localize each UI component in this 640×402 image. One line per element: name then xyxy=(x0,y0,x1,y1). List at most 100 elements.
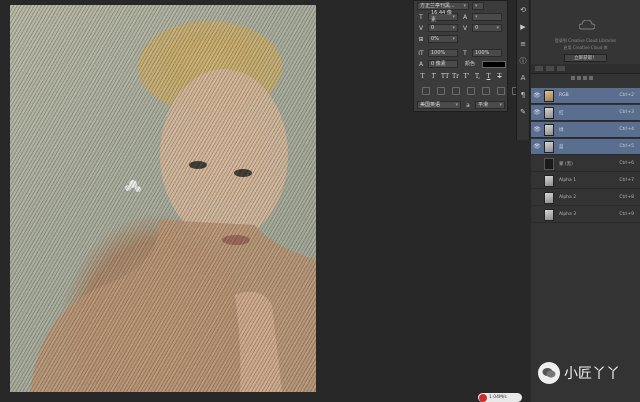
channel-shortcut: Ctrl+6 xyxy=(619,161,634,166)
opentype-ordinal-icon[interactable] xyxy=(497,87,505,95)
faux-italic-button[interactable]: T xyxy=(430,73,437,80)
horizontal-scale-field[interactable]: 100% xyxy=(472,49,502,57)
font-style-dropdown[interactable]: ▾ xyxy=(472,2,484,10)
font-size-icon: T xyxy=(419,13,423,21)
channel-row-mask[interactable]: 蒙 (黑) Ctrl+6 xyxy=(531,156,640,172)
info-icon[interactable]: ⓘ xyxy=(518,56,528,66)
actions-play-icon[interactable]: ▶ xyxy=(518,22,528,32)
wechat-watermark: 小匠丫丫 xyxy=(538,362,620,384)
load-selection-icon[interactable] xyxy=(571,75,575,80)
channel-row-alpha2[interactable]: Alpha 2 Ctrl+8 xyxy=(531,190,640,206)
channel-row-alpha3[interactable]: Alpha 3 Ctrl+9 xyxy=(531,207,640,223)
subscript-button[interactable]: T, xyxy=(474,73,481,80)
channel-thumbnail xyxy=(544,123,554,136)
visibility-eye-icon[interactable]: 👁 xyxy=(533,126,541,133)
leading-field[interactable]: ▾ xyxy=(472,13,502,21)
panel-dock-strip: ⟲ ▶ ≡ ⓘ A ¶ ✎ xyxy=(516,0,530,140)
brush-icon[interactable]: ✎ xyxy=(518,107,528,117)
libraries-panel: 登录到 Creative Cloud Libraries 启用 Creative… xyxy=(531,0,640,64)
get-now-button[interactable]: 立即获取！ xyxy=(564,54,607,62)
channel-thumbnail xyxy=(544,89,554,102)
color-label: 颜色 xyxy=(464,60,475,67)
tab-paths[interactable] xyxy=(557,66,565,71)
channel-shortcut: Ctrl+8 xyxy=(619,195,634,200)
watermark-text: 小匠丫丫 xyxy=(564,366,620,382)
proportional-spacing-icon: ⊞ xyxy=(418,35,424,43)
photoshop-workspace: 方正兰亭刊黑... ▾ ▾ T 16.44 像素 ▾ A ▾ V 0 ▾ V 0… xyxy=(0,0,640,402)
paragraph-icon[interactable]: ¶ xyxy=(518,90,528,100)
kerning-icon: V xyxy=(418,24,424,32)
visibility-eye-icon[interactable]: 👁 xyxy=(533,92,541,99)
channel-row-red[interactable]: 👁 红 Ctrl+3 xyxy=(531,105,640,121)
properties-icon[interactable]: ≡ xyxy=(518,39,528,49)
text-color-swatch[interactable] xyxy=(482,60,506,68)
chevron-down-icon: ▾ xyxy=(455,101,458,108)
channel-thumbnail xyxy=(544,157,554,170)
language-dropdown[interactable]: 美国英语 ▾ xyxy=(417,101,461,109)
antialias-dropdown[interactable]: 平滑 ▾ xyxy=(475,101,505,109)
font-size-field[interactable]: 16.44 像素 ▾ xyxy=(428,10,458,23)
libraries-enable-text: 启用 Creative Cloud 库 xyxy=(563,45,608,50)
channel-shortcut: Ctrl+2 xyxy=(619,93,634,98)
document-canvas[interactable] xyxy=(10,5,316,392)
channel-row-blue[interactable]: 👁 蓝 Ctrl+5 xyxy=(531,139,640,155)
tracking-icon: V xyxy=(462,24,468,32)
chevron-down-icon: ▾ xyxy=(475,2,478,9)
tab-layers[interactable] xyxy=(535,66,543,71)
channel-thumbnail xyxy=(544,174,554,187)
history-icon[interactable]: ⟲ xyxy=(518,5,528,15)
chevron-down-icon: ▾ xyxy=(463,2,466,9)
font-family-value: 方正兰亭刊黑... xyxy=(420,2,455,9)
visibility-eye-icon[interactable]: 👁 xyxy=(533,143,541,150)
channel-shortcut: Ctrl+7 xyxy=(619,178,634,183)
channel-shortcut: Ctrl+4 xyxy=(619,127,634,132)
save-selection-icon[interactable] xyxy=(577,75,581,80)
opentype-st-icon[interactable] xyxy=(437,87,445,95)
character-icon[interactable]: A xyxy=(518,73,528,83)
font-family-dropdown[interactable]: 方正兰亭刊黑... ▾ xyxy=(417,2,469,10)
delete-channel-icon[interactable] xyxy=(589,75,593,80)
channel-name: 红 xyxy=(559,110,564,116)
network-speed-text: 1.04M/s xyxy=(489,395,507,400)
vertical-scale-icon: IT xyxy=(418,49,424,57)
strikethrough-button[interactable]: T xyxy=(496,73,503,80)
channel-name: 蒙 (黑) xyxy=(559,161,573,167)
tab-channels[interactable] xyxy=(546,66,554,71)
channel-row-green[interactable]: 👁 绿 Ctrl+4 xyxy=(531,122,640,138)
baseline-shift-value: 0 像素 xyxy=(431,60,446,67)
character-panel: 方正兰亭刊黑... ▾ ▾ T 16.44 像素 ▾ A ▾ V 0 ▾ V 0… xyxy=(413,0,520,112)
opentype-swash-icon[interactable] xyxy=(452,87,460,95)
new-channel-icon[interactable] xyxy=(583,75,587,80)
all-caps-button[interactable]: TT xyxy=(441,73,449,80)
underline-button[interactable]: T xyxy=(485,73,492,80)
chevron-down-icon: ▾ xyxy=(499,101,502,108)
channel-row-rgb[interactable]: 👁 RGB Ctrl+2 xyxy=(531,88,640,104)
channel-shortcut: Ctrl+5 xyxy=(619,144,634,149)
superscript-button[interactable]: T' xyxy=(463,73,470,80)
kerning-field[interactable]: 0 ▾ xyxy=(428,24,458,32)
opentype-fi-icon[interactable] xyxy=(422,87,430,95)
channels-toolbar xyxy=(531,74,640,81)
channel-row-alpha1[interactable]: Alpha 1 Ctrl+7 xyxy=(531,173,640,189)
tracking-field[interactable]: 0 ▾ xyxy=(472,24,502,32)
opentype-aa-icon[interactable] xyxy=(467,87,475,95)
channel-name: Alpha 3 xyxy=(559,212,577,217)
chevron-down-icon: ▾ xyxy=(452,35,455,42)
vertical-scale-field[interactable]: 100% xyxy=(428,49,458,57)
chevron-down-icon: ▾ xyxy=(496,24,499,31)
chevron-down-icon: ▾ xyxy=(452,24,455,31)
channels-panel-tabs xyxy=(531,64,640,74)
channel-name: 绿 xyxy=(559,127,564,133)
tracking-value: 0 xyxy=(475,24,479,31)
proportional-spacing-field[interactable]: 0% ▾ xyxy=(428,35,458,43)
channel-thumbnail xyxy=(544,106,554,119)
horizontal-scale-icon: T xyxy=(463,49,467,57)
channel-name: Alpha 2 xyxy=(559,195,577,200)
vertical-scale-value: 100% xyxy=(431,49,446,56)
faux-bold-button[interactable]: T xyxy=(419,73,426,80)
small-caps-button[interactable]: Tr xyxy=(452,73,459,80)
baseline-shift-field[interactable]: 0 像素 xyxy=(428,60,458,68)
opentype-t-icon[interactable] xyxy=(482,87,490,95)
channels-panel: 👁 RGB Ctrl+2 👁 红 Ctrl+3 👁 绿 Ctrl+4 👁 蓝 C… xyxy=(531,64,640,402)
visibility-eye-icon[interactable]: 👁 xyxy=(533,109,541,116)
